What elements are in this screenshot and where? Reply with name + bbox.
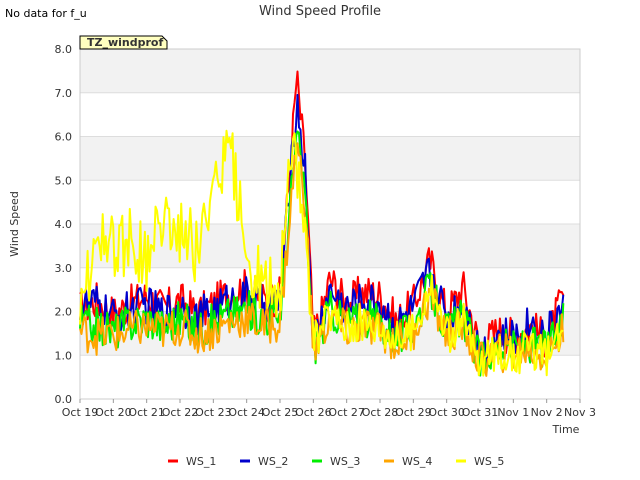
x-tick-label: Oct 26 <box>295 406 332 419</box>
legend-label: WS_4 <box>402 455 432 468</box>
y-tick-label: 6.0 <box>55 131 73 144</box>
y-axis-label: Wind Speed <box>8 191 21 257</box>
x-tick-label: Oct 27 <box>328 406 365 419</box>
legend-label: WS_3 <box>330 455 360 468</box>
y-tick-label: 4.0 <box>55 218 73 231</box>
x-tick-label: Oct 19 <box>62 406 99 419</box>
x-tick-label: Oct 28 <box>362 406 399 419</box>
legend-label: WS_2 <box>258 455 288 468</box>
legend-label: WS_1 <box>186 455 216 468</box>
x-tick-label: Oct 31 <box>462 406 499 419</box>
chart-title: Wind Speed Profile <box>259 4 381 19</box>
x-tick-label: Oct 24 <box>228 406 265 419</box>
x-tick-label: Oct 25 <box>262 406 299 419</box>
x-tick-label: Oct 23 <box>195 406 232 419</box>
x-axis-label: Time <box>552 423 580 436</box>
y-tick-labels: 0.0 1.0 2.0 3.0 4.0 5.0 6.0 7.0 8.0 <box>55 43 73 406</box>
x-tick-label: Nov 3 <box>564 406 596 419</box>
x-tick-labels: Oct 19Oct 20Oct 21Oct 22Oct 23Oct 24Oct … <box>62 399 596 419</box>
x-tick-label: Oct 20 <box>95 406 132 419</box>
y-tick-label: 2.0 <box>55 306 73 319</box>
x-tick-label: Nov 2 <box>531 406 563 419</box>
y-tick-label: 0.0 <box>55 393 73 406</box>
background-band <box>80 49 580 93</box>
station-badge-label: TZ_windprof <box>87 36 163 49</box>
y-tick-label: 3.0 <box>55 262 73 275</box>
y-tick-label: 8.0 <box>55 43 73 56</box>
y-tick-label: 5.0 <box>55 174 73 187</box>
x-tick-label: Oct 21 <box>128 406 165 419</box>
background-band <box>80 92 580 137</box>
legend-label: WS_5 <box>474 455 504 468</box>
x-tick-label: Oct 29 <box>395 406 432 419</box>
wind-speed-chart: 0.0 1.0 2.0 3.0 4.0 5.0 6.0 7.0 8.0 Oct 19Oct 20… <box>8 4 596 468</box>
legend: WS_1 WS_2 WS_3 WS_4 WS_5 <box>168 455 504 468</box>
background-band <box>80 136 580 181</box>
y-tick-label: 1.0 <box>55 349 73 362</box>
x-tick-label: Oct 22 <box>162 406 199 419</box>
station-badge: TZ_windprof <box>79 35 168 50</box>
x-tick-label: Oct 30 <box>428 406 465 419</box>
y-tick-label: 7.0 <box>55 87 73 100</box>
x-tick-label: Nov 1 <box>497 406 529 419</box>
